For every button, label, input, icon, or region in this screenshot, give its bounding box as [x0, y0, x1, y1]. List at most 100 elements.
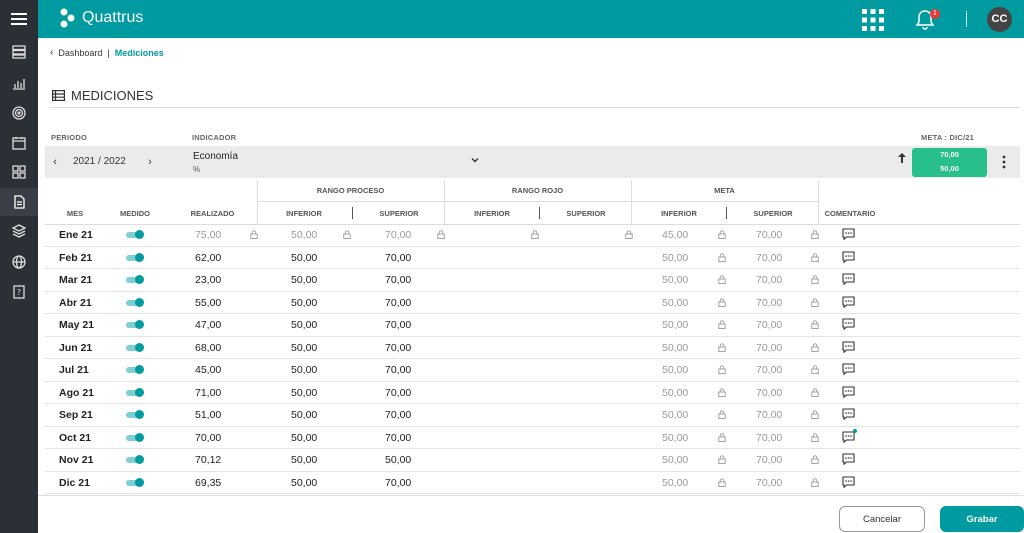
comment-icon[interactable] [842, 453, 855, 466]
arrow-up-icon [898, 153, 906, 163]
comment-icon[interactable] [842, 295, 855, 308]
meta-superior: 70,00 [756, 409, 783, 421]
quattrus-logo-icon [60, 8, 75, 28]
lock-icon [811, 387, 819, 397]
comment-icon[interactable] [842, 408, 855, 421]
realizado-input[interactable]: 23,00 [195, 274, 221, 286]
apps-grid-icon[interactable] [862, 9, 884, 31]
realizado-input[interactable]: 55,00 [195, 297, 221, 309]
medido-toggle[interactable] [126, 365, 144, 374]
lock-icon [811, 365, 819, 374]
col-realizado: REALIZADO [190, 209, 235, 218]
cancel-button[interactable]: Cancelar [839, 506, 925, 532]
col-medido: MEDIDO [120, 209, 150, 218]
comment-icon[interactable] [842, 318, 855, 331]
lock-icon [718, 275, 726, 284]
sidebar-target-icon[interactable] [0, 99, 38, 127]
medido-toggle[interactable] [126, 432, 144, 442]
comment-icon[interactable] [842, 475, 855, 488]
realizado-input[interactable]: 47,00 [195, 319, 221, 331]
next-period-button[interactable]: › [142, 146, 158, 178]
back-chevron-icon[interactable]: ‹ [50, 47, 53, 58]
meta-inferior: 50,00 [662, 386, 689, 399]
medido-toggle[interactable] [126, 410, 144, 419]
sidebar-list-icon[interactable] [0, 38, 38, 66]
rango-proceso-superior: 70,00 [385, 409, 412, 421]
lock-icon [718, 455, 726, 464]
sidebar-calendar-icon[interactable] [0, 129, 38, 157]
lock-icon [718, 387, 726, 397]
sidebar-chart-icon[interactable] [0, 69, 38, 97]
rango-proceso-inferior: 50,00 [291, 319, 318, 331]
meta-superior: 70,00 [756, 364, 783, 376]
sidebar-layers-icon[interactable] [0, 217, 38, 245]
rango-proceso-superior: 70,00 [385, 476, 412, 489]
col-meta-inferior: INFERIOR [661, 209, 697, 218]
lock-icon [811, 432, 819, 442]
table-row: Ene 21 75,00 50,00 70,00 45,00 70,00 [45, 224, 1020, 247]
rango-proceso-superior: 70,00 [385, 229, 412, 241]
medido-toggle[interactable] [126, 387, 144, 397]
medido-toggle[interactable] [126, 230, 144, 239]
meta-inferior: 45,00 [662, 229, 689, 241]
table-row: Sep 21 51,00 50,00 70,00 50,00 70,00 [45, 404, 1020, 427]
realizado-input[interactable]: 70,00 [195, 432, 221, 444]
meta-superior: 70,00 [756, 386, 783, 399]
medido-toggle[interactable] [126, 297, 144, 307]
rango-proceso-inferior: 50,00 [291, 229, 318, 241]
breadcrumb-dashboard-link[interactable]: Dashboard [58, 48, 102, 58]
realizado-input[interactable]: 45,00 [195, 364, 221, 376]
comment-icon[interactable] [842, 340, 855, 353]
lock-icon [718, 297, 726, 307]
realizado-input[interactable]: 69,35 [195, 477, 221, 489]
group-meta: META [714, 186, 735, 195]
sidebar-help-icon[interactable]: ? [0, 278, 38, 306]
chevron-down-icon[interactable] [469, 154, 481, 166]
indicator-select[interactable]: Economía [193, 151, 238, 162]
app-logo[interactable]: Quattrus [58, 7, 143, 29]
medido-toggle[interactable] [126, 455, 144, 464]
realizado-input[interactable]: 68,00 [195, 342, 221, 354]
medido-toggle[interactable] [126, 252, 144, 262]
comment-icon[interactable] [842, 273, 855, 286]
medido-toggle[interactable] [126, 320, 144, 329]
hamburger-menu-icon[interactable] [0, 0, 38, 38]
title-divider [50, 107, 1020, 108]
comment-icon[interactable] [842, 363, 855, 376]
app-name: Quattrus [82, 9, 144, 26]
meta-inferior: 50,00 [662, 364, 689, 376]
sidebar-globe-icon[interactable] [0, 248, 38, 276]
lock-icon [811, 320, 819, 329]
lock-icon [437, 230, 445, 239]
realizado-input[interactable]: 51,00 [195, 409, 221, 421]
table-list-icon [52, 90, 65, 101]
medido-toggle[interactable] [126, 477, 144, 487]
lock-icon [718, 320, 726, 329]
meta-value-badge: 70,00 50,00 [912, 148, 987, 177]
realizado-input[interactable]: 62,00 [195, 252, 221, 264]
header-divider-4 [818, 180, 819, 224]
save-button[interactable]: Grabar [940, 506, 1024, 532]
user-avatar[interactable]: CC [987, 7, 1012, 32]
meta-upper-value: 70,00 [940, 150, 959, 159]
lock-icon [811, 342, 819, 352]
comment-icon[interactable] [842, 228, 855, 241]
medido-toggle[interactable] [126, 342, 144, 352]
table-row: Abr 21 55,00 50,00 70,00 50,00 70,00 [45, 292, 1020, 314]
realizado-input[interactable]: 70,12 [195, 454, 221, 466]
prev-period-button[interactable]: ‹ [47, 146, 63, 178]
mes-cell: Ene 21 [59, 229, 93, 241]
lock-icon [718, 230, 726, 239]
lock-icon [811, 230, 819, 239]
realizado-input[interactable]: 71,00 [195, 387, 221, 399]
kebab-menu-icon[interactable] [1001, 155, 1007, 169]
lock-icon [811, 297, 819, 307]
footer-bar: Cancelar Grabar [38, 495, 1024, 533]
sidebar-document-icon[interactable] [0, 188, 38, 216]
comment-icon[interactable] [842, 385, 855, 398]
medido-toggle[interactable] [126, 275, 144, 284]
meta-inferior: 50,00 [662, 431, 689, 444]
rango-proceso-superior: 70,00 [385, 364, 412, 376]
sidebar-dashboard-icon[interactable] [0, 158, 38, 186]
comment-icon[interactable] [842, 250, 855, 263]
